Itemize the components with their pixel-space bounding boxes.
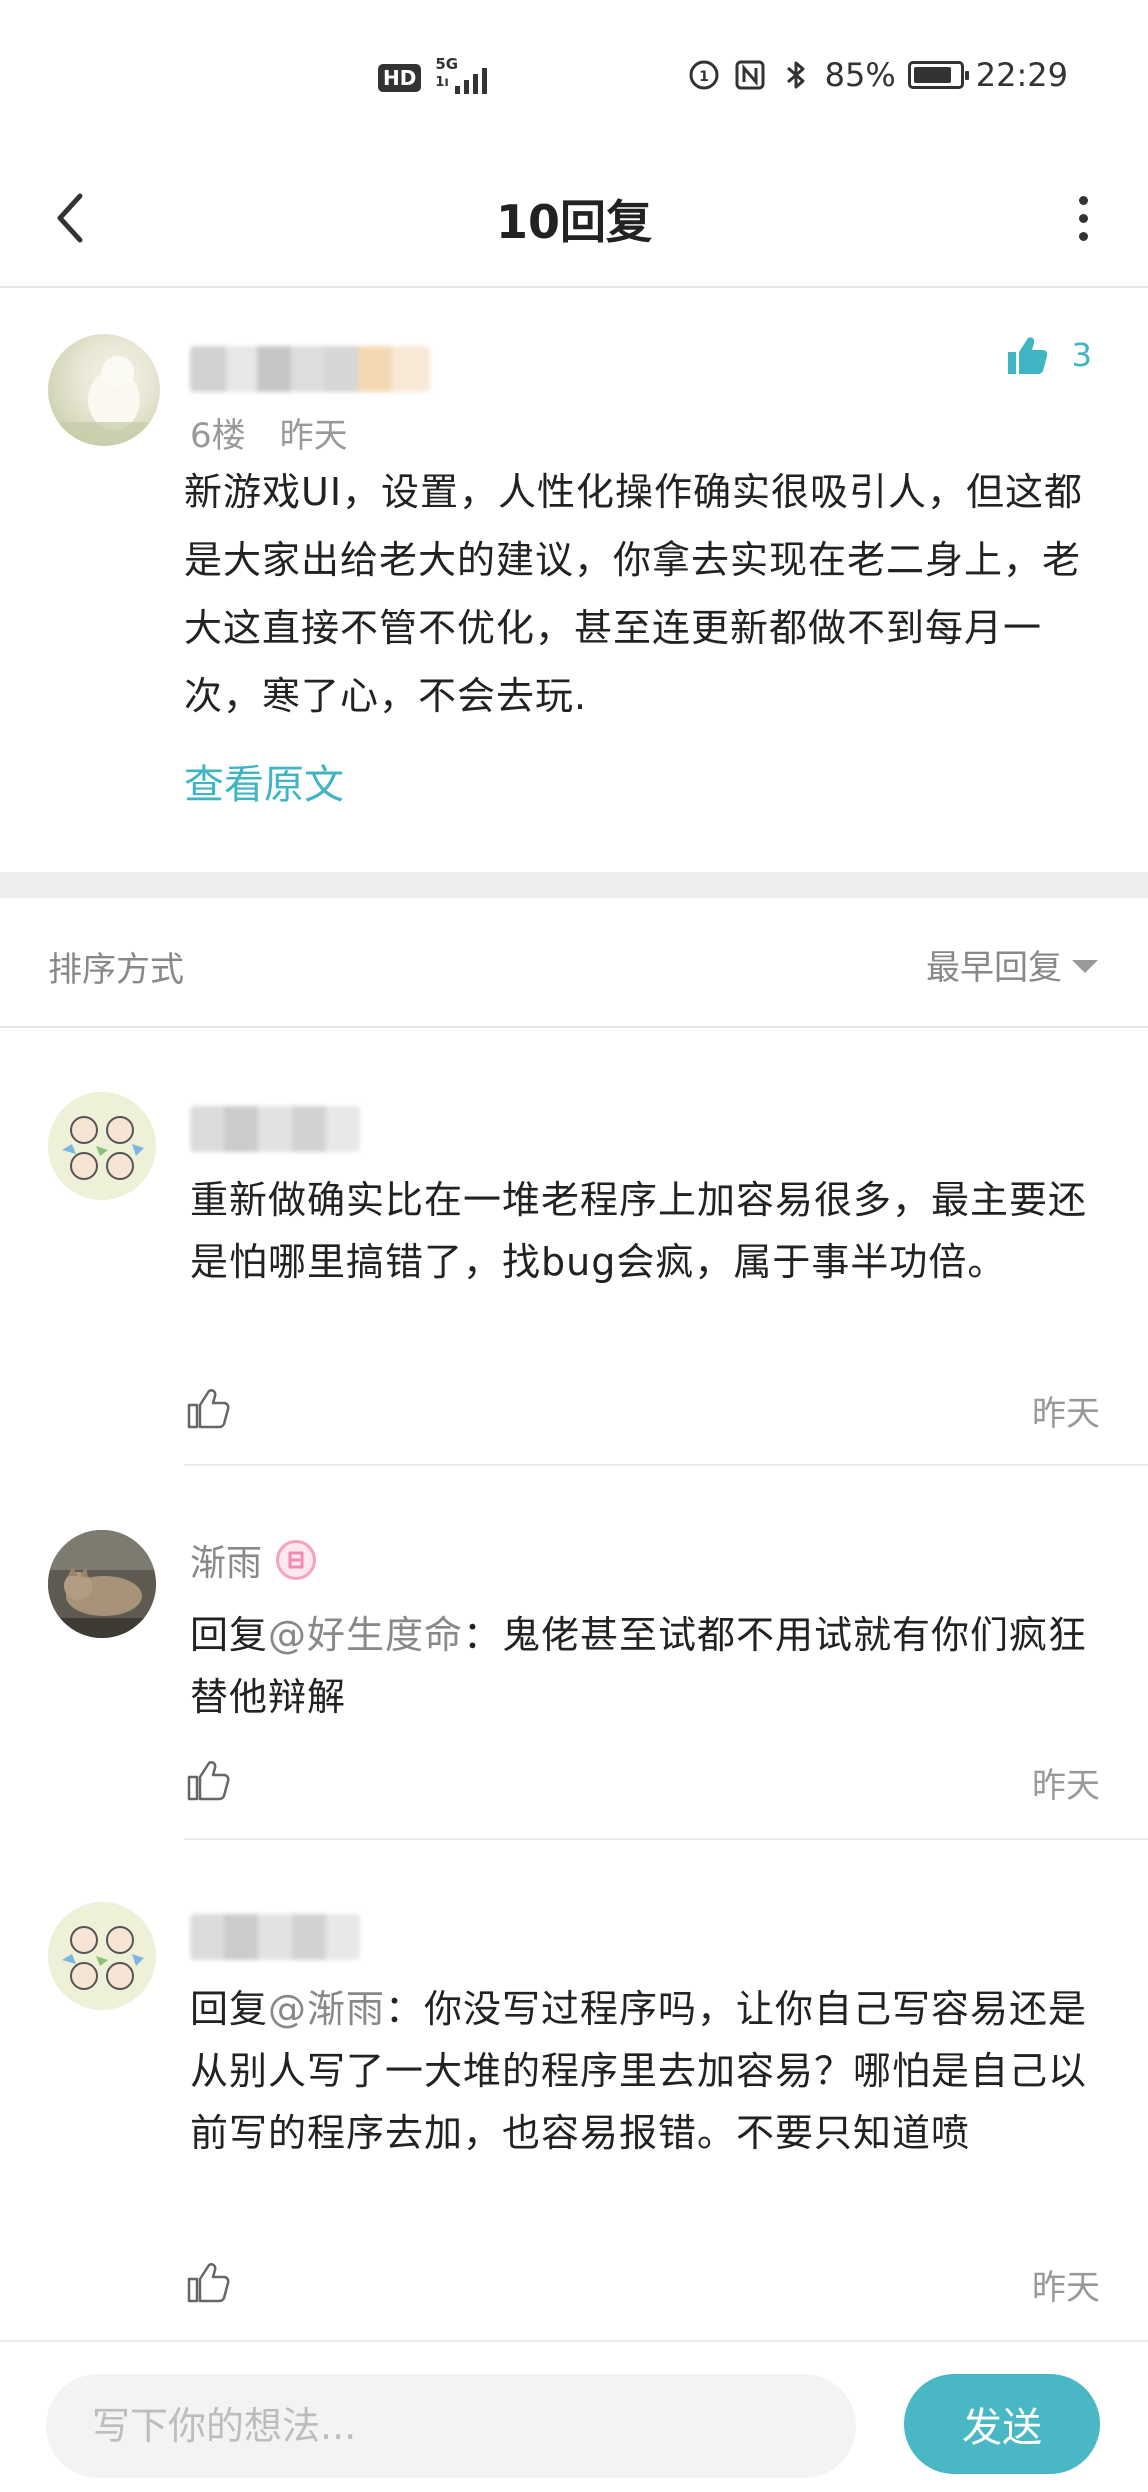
battery-fill: [913, 67, 952, 83]
caret-down-icon: [1072, 960, 1098, 973]
battery-percent: 85%: [824, 56, 896, 94]
comment-composer: 发送: [0, 2340, 1148, 2492]
battery-icon: [907, 61, 969, 89]
hd-call-icon: 1: [689, 60, 719, 90]
hd-icon: HD: [378, 64, 422, 92]
sort-selected-value: 最早回复: [926, 948, 1062, 988]
avatar[interactable]: [48, 1902, 156, 2010]
reply-divider: [184, 1464, 1148, 1466]
post-time: 昨天: [279, 416, 348, 456]
reply-item: 重新做确实比在一堆老程序上加容易很多，最主要还是怕哪里搞错了，找bug会疯，属于…: [0, 1092, 1148, 1472]
avatar[interactable]: [48, 1092, 156, 1200]
network-sub: 1ı: [435, 75, 449, 90]
signal-bars: [455, 68, 488, 94]
thumbs-up-icon[interactable]: [184, 1384, 232, 1432]
reply-item: 回复@渐雨：你没写过程序吗，让你自己写容易还是从别人写了一大堆的程序里去加容易？…: [0, 1902, 1148, 2340]
signal-icon: 5G 1ı: [435, 56, 493, 98]
reply-prefix: 回复: [190, 1987, 269, 2031]
original-comment: 3 6楼 昨天 新游戏UI，设置，人性化操作确实很吸引人，但这都是大家出给老大的建…: [0, 290, 1148, 872]
username-redacted: [190, 1914, 360, 1960]
reply-body: 重新做确实比在一堆老程序上加容易很多，最主要还是怕哪里搞错了，找bug会疯，属于…: [190, 1178, 1088, 1284]
mention-link[interactable]: @好生度命: [268, 1613, 463, 1657]
reply-time: 昨天: [1032, 1394, 1100, 1434]
like-count: 3: [1071, 336, 1092, 374]
nfc-icon: [735, 60, 765, 90]
sort-label: 排序方式: [48, 950, 184, 990]
reply-body: 回复@渐雨：你没写过程序吗，让你自己写容易还是从别人写了一大堆的程序里去加容易？…: [190, 1978, 1108, 2164]
thumbs-up-icon[interactable]: [184, 1756, 232, 1804]
reply-divider: [184, 1838, 1148, 1840]
avatar-image: [48, 1092, 156, 1200]
mention-link[interactable]: @渐雨: [268, 1987, 385, 2031]
svg-text:1: 1: [699, 69, 709, 85]
avatar[interactable]: [48, 1530, 156, 1638]
avatar-image: [48, 1902, 156, 2010]
send-button[interactable]: 发送: [904, 2374, 1100, 2474]
nickname-row: 渐雨: [190, 1534, 317, 1586]
section-divider: [0, 872, 1148, 898]
avatar-image: [48, 1530, 156, 1638]
reply-time: 昨天: [1032, 2268, 1100, 2308]
status-bar: HD 5G 1ı 1 85% 22:29: [0, 0, 1148, 150]
floor-number: 6楼: [190, 416, 246, 456]
more-dots-icon: [1078, 195, 1088, 205]
clock: 22:29: [975, 56, 1068, 94]
post-body: 新游戏UI，设置，人性化操作确实很吸引人，但这都是大家出给老大的建议，你拿去实现…: [184, 470, 1084, 718]
reply-item: 渐雨 回复@好生度命：鬼佬甚至试都不用试就有你们疯狂替他辩解 昨天: [0, 1530, 1148, 1850]
reply-body: 回复@好生度命：鬼佬甚至试都不用试就有你们疯狂替他辩解: [190, 1604, 1108, 1728]
thumbs-up-icon: [1007, 337, 1047, 374]
view-original-link[interactable]: 查看原文: [184, 752, 344, 810]
username-redacted: [190, 1106, 360, 1152]
page-title: 10回复: [495, 195, 652, 249]
status-left: HD 5G 1ı: [378, 56, 493, 98]
thumbs-up-icon[interactable]: [184, 2258, 232, 2306]
avatar[interactable]: [48, 334, 160, 446]
sort-dropdown[interactable]: 最早回复: [926, 940, 1098, 989]
nickname[interactable]: 渐雨: [190, 1534, 262, 1586]
username-redacted: [190, 346, 430, 392]
post-meta: 6楼 昨天: [190, 408, 348, 457]
bluetooth-icon: [786, 61, 805, 89]
reply-prefix: 回复: [190, 1613, 269, 1657]
comment-input[interactable]: [46, 2374, 856, 2478]
status-right: 1 85% 22:29: [687, 56, 1068, 94]
reply-time: 昨天: [1032, 1766, 1100, 1806]
like-button[interactable]: 3: [1004, 332, 1092, 378]
level-badge-icon: [276, 1540, 317, 1580]
sort-bar: 排序方式 最早回复: [0, 898, 1148, 1028]
top-app-bar: 10回复: [0, 150, 1148, 288]
more-options-button[interactable]: [1058, 178, 1108, 258]
avatar-image: [48, 356, 160, 446]
